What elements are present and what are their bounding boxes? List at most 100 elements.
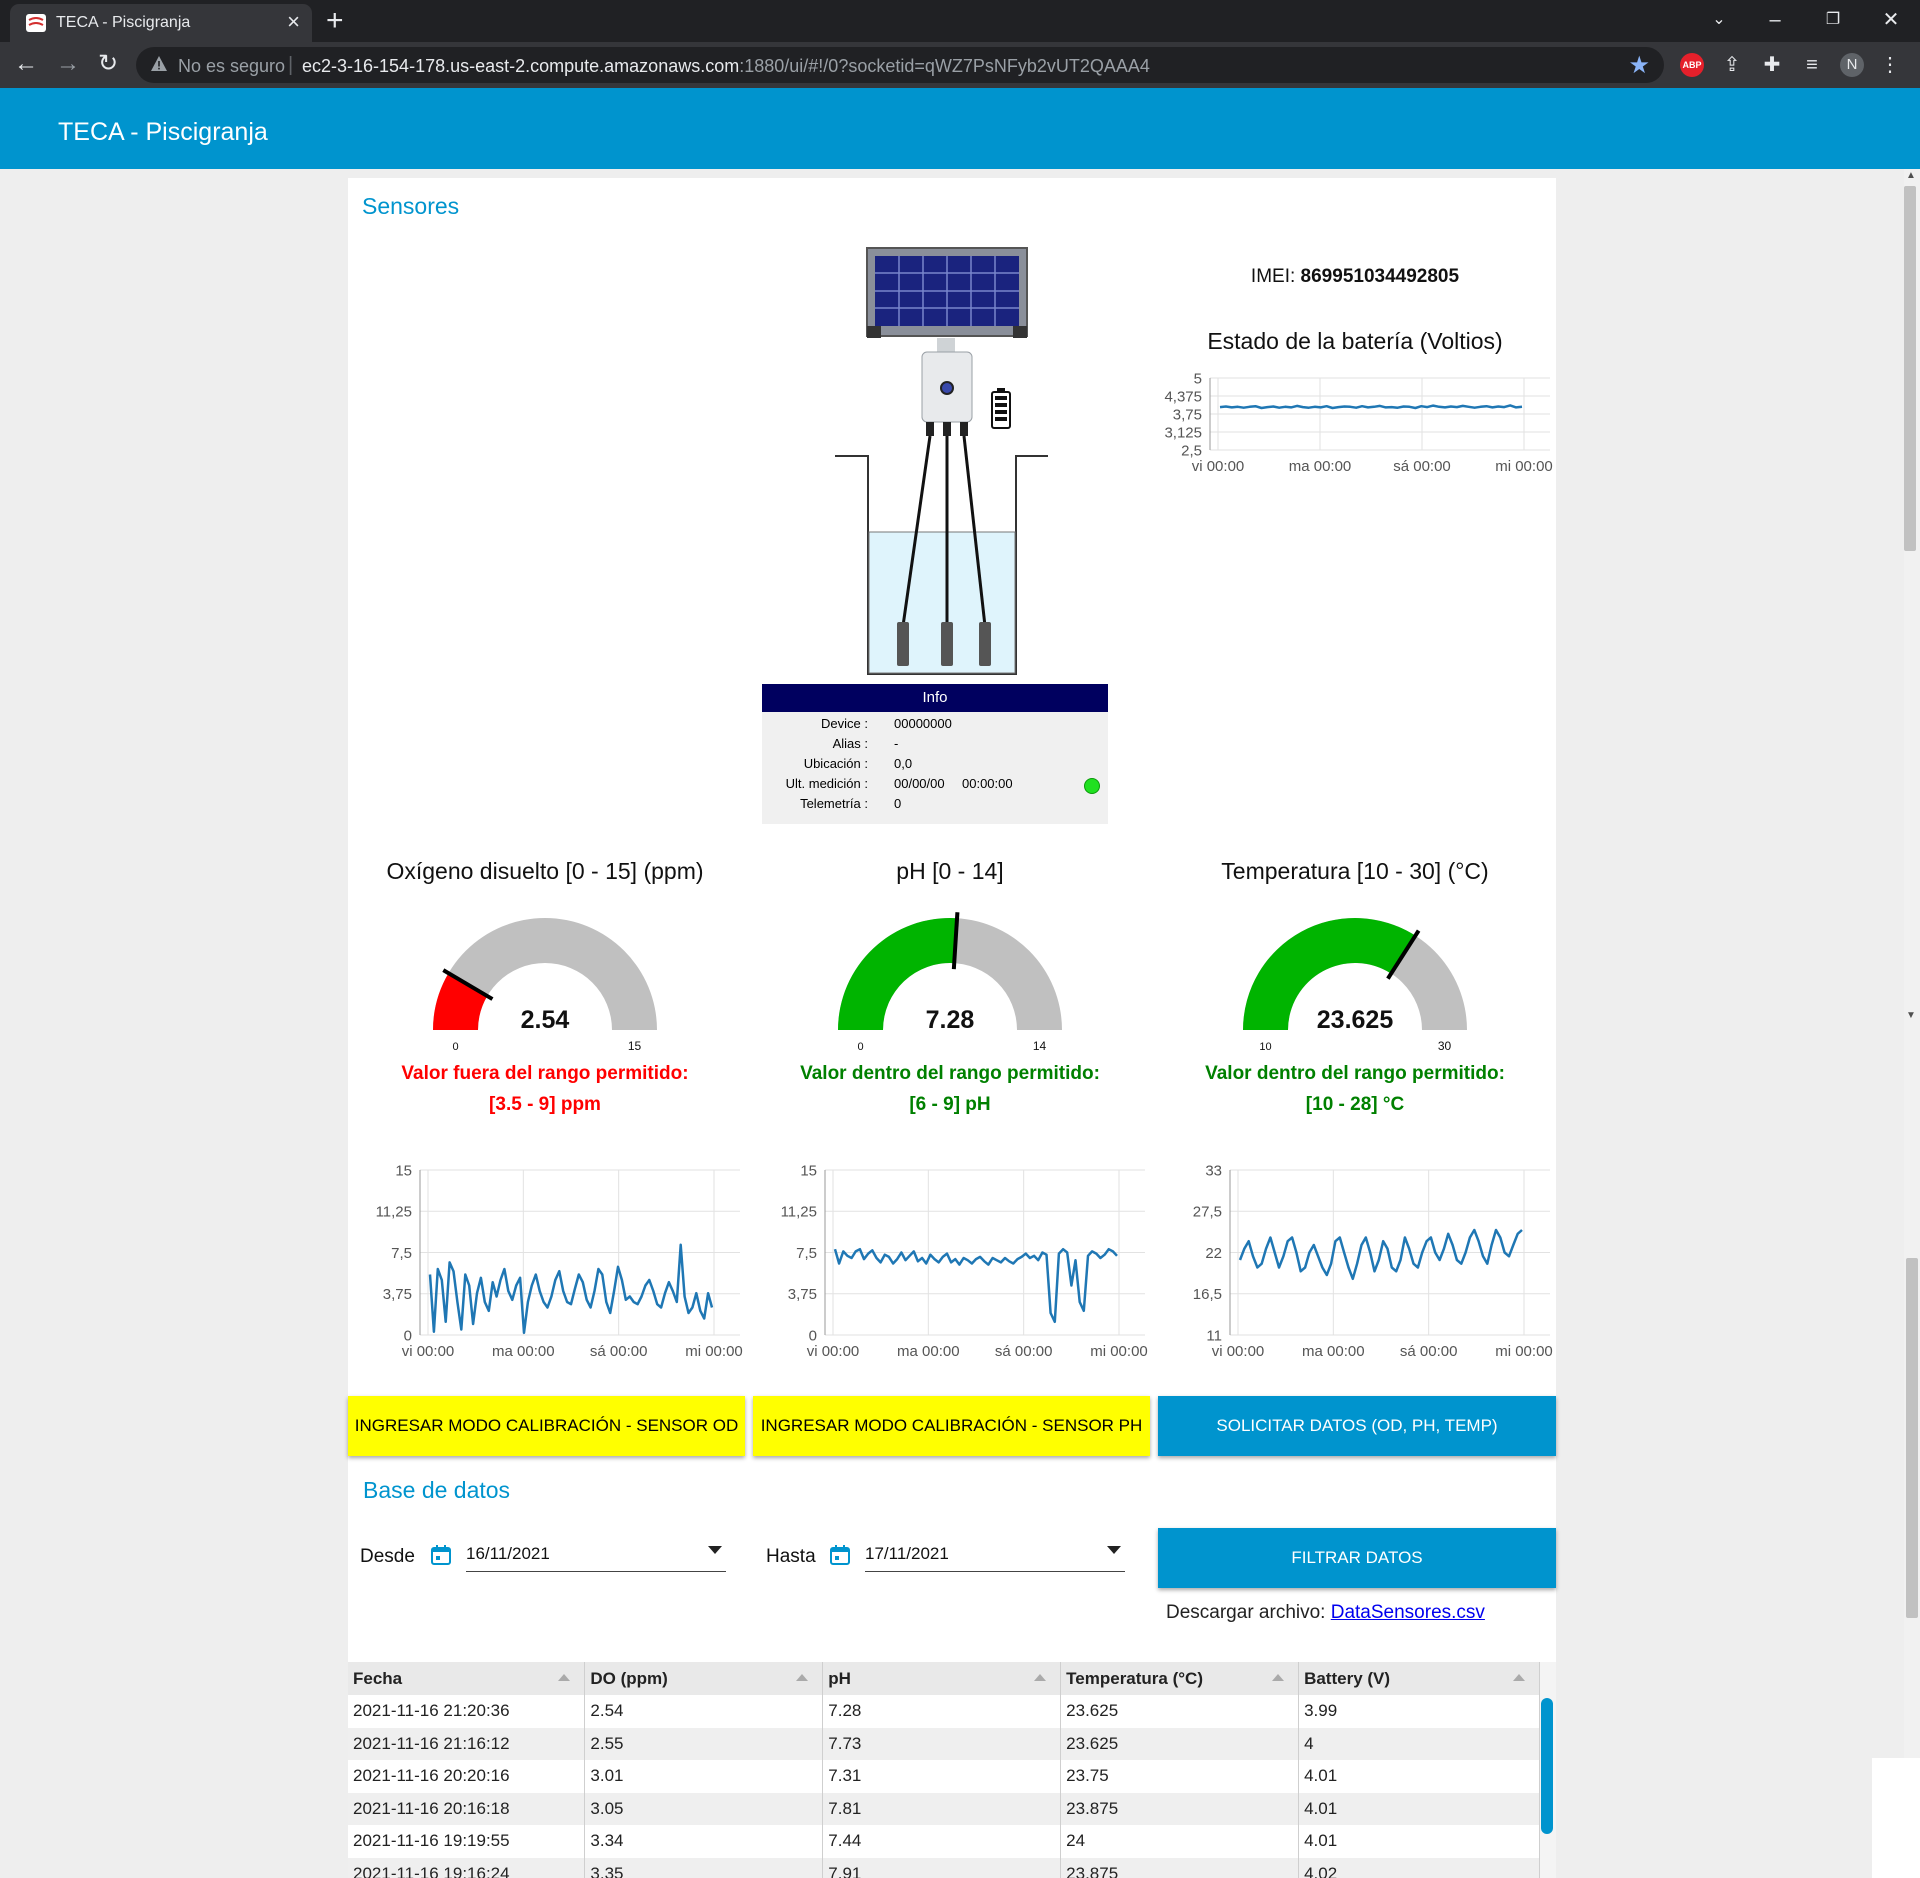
x-tick-label: mi 00:00 (1495, 1343, 1553, 1360)
table-cell: 2.55 (584, 1727, 824, 1760)
extension-save-icon[interactable]: ⇪ (1720, 53, 1744, 77)
table-row[interactable]: 2021-11-16 20:20:16 3.01 7.31 23.75 4.01 (348, 1760, 1540, 1793)
page-scrollbar-thumb[interactable] (1906, 1258, 1918, 1618)
filter-data-button[interactable]: FILTRAR DATOS (1158, 1528, 1556, 1588)
dropdown-caret-icon[interactable] (708, 1546, 722, 1554)
table-cell: 2021-11-16 20:16:18 (348, 1792, 586, 1825)
sort-arrow-icon[interactable] (1034, 1674, 1047, 1681)
scroll-down-arrow-icon[interactable]: ▼ (1906, 1010, 1916, 1021)
column-header-do[interactable]: DO (ppm) (584, 1662, 824, 1695)
x-tick-label: sá 00:00 (590, 1343, 648, 1360)
to-date-input[interactable]: 17/11/2021 (865, 1536, 1125, 1572)
scroll-up-arrow-icon[interactable]: ▲ (1906, 170, 1916, 181)
download-label: Descargar archivo: (1166, 1602, 1326, 1623)
x-tick-label: vi 00:00 (1212, 1343, 1265, 1360)
y-tick-label: 2,5 (1181, 442, 1202, 459)
column-header-label: Temperatura (°C) (1066, 1668, 1203, 1688)
back-icon[interactable]: ← (10, 50, 42, 78)
new-tab-icon[interactable]: + (326, 6, 344, 36)
calibrate-od-button[interactable]: INGRESAR MODO CALIBRACIÓN - SENSOR OD (348, 1396, 745, 1456)
y-tick-label: 16,5 (1193, 1286, 1222, 1303)
bookmark-star-icon[interactable]: ★ (1628, 51, 1650, 80)
minimize-icon[interactable]: – (1760, 6, 1790, 34)
table-cell: 2021-11-16 21:20:36 (348, 1695, 586, 1728)
sort-arrow-icon[interactable] (1272, 1674, 1285, 1681)
series-line (833, 1247, 1118, 1324)
table-cell: 2021-11-16 19:19:55 (348, 1825, 586, 1858)
tab-close-icon[interactable]: × (287, 11, 300, 33)
column-header-ph[interactable]: pH (822, 1662, 1062, 1695)
calendar-icon[interactable] (829, 1544, 851, 1566)
battery-chart: 54,3753,753,1252,5vi 00:00 ma 00:00 sá 00:… (1164, 370, 1552, 475)
browser-tab[interactable]: TECA - Piscigranja × (10, 4, 312, 42)
column-header-battery[interactable]: Battery (V) (1298, 1662, 1540, 1695)
table-row[interactable]: 2021-11-16 21:16:12 2.55 7.73 23.625 4 (348, 1727, 1540, 1760)
y-tick-label: 15 (800, 1162, 817, 1179)
adblock-extension-icon[interactable]: ABP (1680, 53, 1704, 77)
tab-title: TECA - Piscigranja (56, 14, 191, 31)
ph-history-chart: 15 11,25 7,5 3,75 0vi 00:00 ma 00:00 sá 00:00 m… (781, 1162, 1148, 1360)
browser-menu-icon[interactable]: ⋮ (1878, 53, 1902, 77)
column-header-label: pH (828, 1668, 851, 1688)
dropdown-caret-icon[interactable] (1107, 1546, 1121, 1554)
restore-icon[interactable]: ❐ (1818, 6, 1848, 34)
browser-toolbar: ← → ↻ No es seguro | ec2-3-16-154-178.us… (0, 42, 1920, 88)
y-tick-label: 27,5 (1193, 1204, 1222, 1221)
table-row[interactable]: 2021-11-16 21:20:36 2.54 7.28 23.625 3.9… (348, 1695, 1540, 1728)
info-value: 00000000 (894, 716, 952, 731)
oxygen-history-chart: 15 11,25 7,5 3,75 0vi 00:00 ma 00:00 sá 00:00 m… (376, 1162, 743, 1360)
table-cell: 4.02 (1298, 1857, 1540, 1878)
gauge-max-label: 15 (628, 1039, 642, 1050)
table-row[interactable]: 2021-11-16 19:16:24 3.35 7.91 23.875 4.0… (348, 1857, 1540, 1878)
table-row[interactable]: 2021-11-16 20:16:18 3.05 7.81 23.875 4.0… (348, 1792, 1540, 1825)
solar-panel-icon (866, 247, 1028, 354)
gauge-value: 23.625 (1317, 1006, 1394, 1034)
table-cell: 3.01 (584, 1760, 824, 1793)
gauge-min-label: 0 (857, 1041, 863, 1050)
y-tick-label: 0 (404, 1327, 412, 1344)
temperature-range-line2: [10 - 28] °C (1305, 1094, 1405, 1115)
forward-icon[interactable]: → (52, 50, 84, 78)
table-cell: 3.35 (584, 1857, 824, 1878)
not-secure-label[interactable]: No es seguro (178, 56, 285, 77)
calendar-icon[interactable] (430, 1544, 452, 1566)
main-scrollbar-thumb[interactable] (1904, 186, 1916, 551)
data-table: Fecha DO (ppm) pH Temperatura (°C) Batte… (348, 1662, 1540, 1878)
request-data-button[interactable]: SOLICITAR DATOS (OD, PH, TEMP) (1158, 1396, 1556, 1456)
gauge-min-label: 10 (1259, 1041, 1271, 1050)
info-header: Info (762, 684, 1108, 712)
sort-arrow-icon[interactable] (558, 1674, 571, 1681)
column-header-label: DO (ppm) (590, 1668, 668, 1688)
table-cell: 7.91 (822, 1857, 1062, 1878)
temperature-history-chart: 33 27,5 22 16,5 11vi 00:00 ma 00:00 sá 00:00 mi… (1193, 1162, 1553, 1360)
table-scrollbar-thumb[interactable] (1541, 1698, 1553, 1834)
window-close-icon[interactable]: ✕ (1876, 6, 1906, 34)
sort-arrow-icon[interactable] (796, 1674, 809, 1681)
calibrate-ph-button[interactable]: INGRESAR MODO CALIBRACIÓN - SENSOR PH (753, 1396, 1150, 1456)
column-header-date[interactable]: Fecha (348, 1662, 586, 1695)
database-group-title: Base de datos (363, 1477, 511, 1503)
tab-search-icon[interactable]: ⌄ (1704, 6, 1734, 34)
table-cell: 7.31 (822, 1760, 1062, 1793)
table-cell: 7.73 (822, 1727, 1062, 1760)
address-bar[interactable]: No es seguro | ec2-3-16-154-178.us-east-… (136, 47, 1664, 83)
url-text[interactable]: ec2-3-16-154-178.us-east-2.compute.amazo… (302, 56, 1150, 77)
table-cell: 4.01 (1298, 1792, 1540, 1825)
table-row[interactable]: 2021-11-16 19:19:55 3.34 7.44 24 4.01 (348, 1825, 1540, 1858)
y-tick-label: 11,25 (781, 1204, 817, 1221)
column-header-temperature[interactable]: Temperatura (°C) (1060, 1662, 1300, 1695)
media-queue-icon[interactable]: ≡ (1800, 53, 1824, 77)
table-cell: 23.625 (1060, 1727, 1300, 1760)
table-cell: 4 (1298, 1727, 1540, 1760)
y-tick-label: 11 (1206, 1327, 1222, 1344)
column-header-label: Battery (V) (1304, 1668, 1391, 1688)
table-cell: 2021-11-16 20:20:16 (348, 1760, 586, 1793)
profile-avatar[interactable]: N (1840, 53, 1864, 77)
x-tick-label: vi 00:00 (807, 1343, 860, 1360)
download-csv-link[interactable]: DataSensores.csv (1331, 1602, 1485, 1623)
from-date-input[interactable]: 16/11/2021 (466, 1536, 726, 1572)
extensions-puzzle-icon[interactable]: ✚ (1760, 53, 1784, 77)
reload-icon[interactable]: ↻ (92, 50, 124, 78)
info-value: 0 (894, 796, 902, 811)
sort-arrow-icon[interactable] (1513, 1674, 1525, 1681)
